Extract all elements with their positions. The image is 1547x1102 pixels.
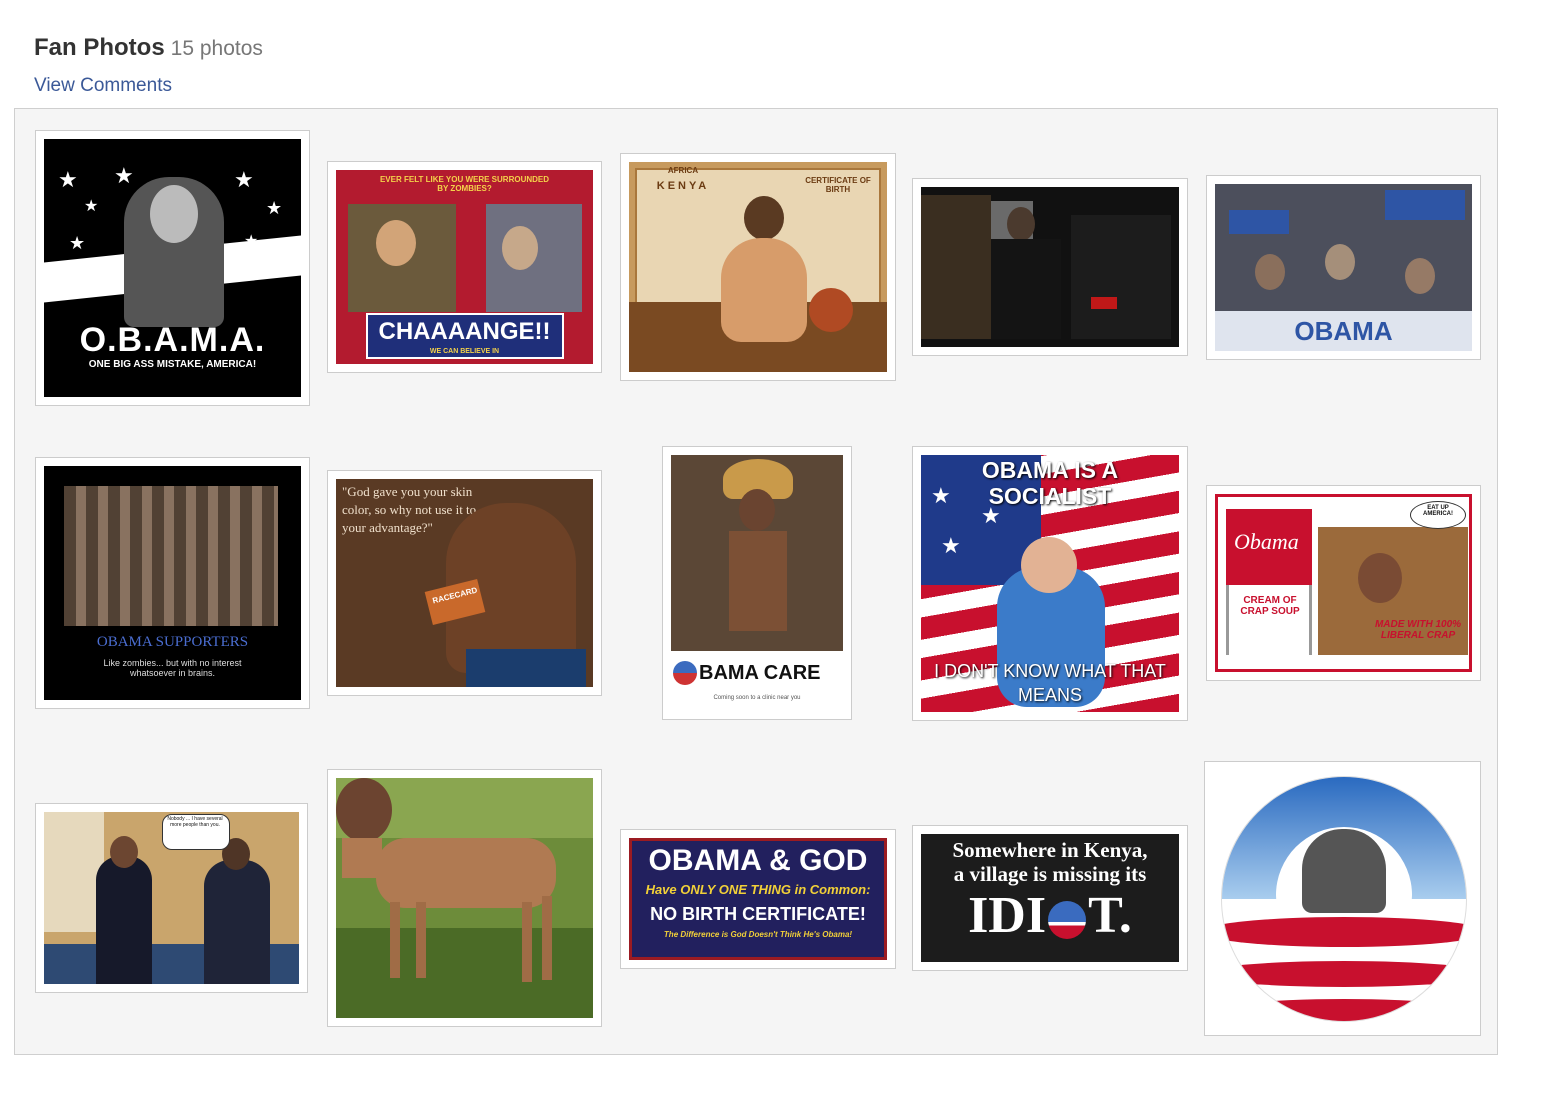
photo-thumbnail[interactable]: OBAMA SUPPORTERS Like zombies... but wit… <box>35 457 310 709</box>
photo-thumbnail[interactable]: AFRICA KENYA CERTIFICATE OF BIRTH <box>620 153 896 381</box>
photo-thumbnail[interactable]: OBAMA & GOD Have ONLY ONE THING in Commo… <box>620 829 896 969</box>
photo13-line2: Have ONLY ONE THING in Common: <box>645 882 871 897</box>
photo14-line2: a village is missing its <box>953 862 1147 886</box>
photo-thumbnail[interactable] <box>912 178 1188 356</box>
photo-grid: ★ ★ ★ ★ ★ ★ ★ O.B.A.M.A. ONE BIG ASS MIS… <box>14 108 1498 1055</box>
photo8-label: BAMA CARE <box>699 662 821 684</box>
photo-thumbnail[interactable]: "God gave you your skin color, so why no… <box>327 470 602 696</box>
view-comments-link[interactable]: View Comments <box>34 75 172 97</box>
photo2-subtext: WE CAN BELIEVE IN <box>429 348 500 355</box>
photo-thumbnail[interactable]: OBAMA <box>1206 175 1481 360</box>
photo-thumbnail[interactable] <box>1204 761 1481 1036</box>
photo14-line1: Somewhere in Kenya, <box>952 838 1148 862</box>
photo14-idiot: IDI T. <box>921 886 1179 946</box>
photo14-idi: IDI <box>968 887 1047 944</box>
photo5-sign: OBAMA <box>1294 316 1393 346</box>
photo-thumbnail[interactable]: BAMA CARE Coming soon to a clinic near y… <box>662 446 852 720</box>
photo13-line3: NO BIRTH CERTIFICATE! <box>650 904 866 924</box>
photo1-caption: ONE BIG ASS MISTAKE, AMERICA! <box>88 359 257 370</box>
photo1-headline: O.B.A.M.A. <box>79 321 266 359</box>
album-header: Fan Photos 15 photos <box>34 34 263 62</box>
photo9-bottom-text: I DON'T KNOW WHAT THAT MEANS <box>934 661 1166 705</box>
photo14-t: T. <box>1088 887 1132 944</box>
photo2-top-text: EVER FELT LIKE YOU WERE SURROUNDED BY ZO… <box>379 175 550 193</box>
photo11-bubble: Nobody ... I have several more people th… <box>167 816 223 828</box>
photo10-can: Obama <box>1234 529 1299 554</box>
photo10-made: MADE WITH 100% LIBERAL CRAP <box>1374 619 1462 641</box>
photo10-bubble: EAT UP AMERICA! <box>1423 505 1453 517</box>
photo-thumbnail[interactable]: ★ ★ ★ OBAMA IS A SOCIALIST I DON'T KNOW … <box>912 446 1188 721</box>
photo-count: 15 photos <box>170 37 263 60</box>
obama-logo-icon <box>1221 776 1467 1022</box>
photo3-top-text: AFRICA <box>667 166 699 175</box>
photo9-top-text: OBAMA IS A SOCIALIST <box>981 457 1119 509</box>
photo-thumbnail[interactable] <box>327 769 602 1027</box>
photo13-line4: The Difference is God Doesn't Think He's… <box>663 930 853 939</box>
photo-thumbnail[interactable]: Nobody ... I have several more people th… <box>35 803 308 993</box>
photo13-line1: OBAMA & GOD <box>648 844 868 877</box>
photo-thumbnail[interactable]: Obama CREAM OF CRAP SOUP EAT UP AMERICA!… <box>1206 485 1481 681</box>
photo-thumbnail[interactable]: Somewhere in Kenya, a village is missing… <box>912 825 1188 971</box>
obama-logo-icon <box>1048 901 1087 940</box>
photo8-subtext: Coming soon to a clinic near you <box>713 695 801 701</box>
photo-thumbnail[interactable]: ★ ★ ★ ★ ★ ★ ★ O.B.A.M.A. ONE BIG ASS MIS… <box>35 130 310 406</box>
photo10-soup: CREAM OF CRAP SOUP <box>1240 595 1300 617</box>
photo3-certificate: CERTIFICATE OF BIRTH <box>805 176 871 194</box>
photo-thumbnail[interactable]: EVER FELT LIKE YOU WERE SURROUNDED BY ZO… <box>327 161 602 373</box>
album-title: Fan Photos <box>34 34 165 61</box>
photo2-banner: CHAAAANGE!! <box>378 318 551 345</box>
photo6-heading: OBAMA SUPPORTERS <box>96 634 249 650</box>
photo6-subtext: Like zombies... but with no interest wha… <box>103 658 242 678</box>
